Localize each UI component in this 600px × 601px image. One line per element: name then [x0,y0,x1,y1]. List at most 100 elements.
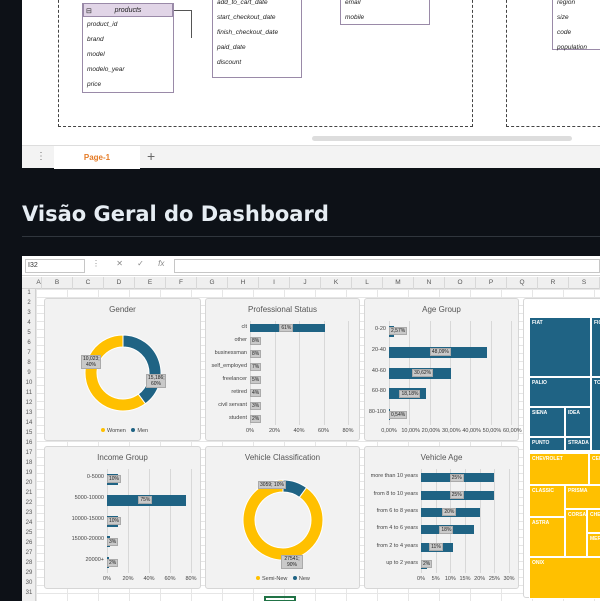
column-header[interactable]: N [414,277,445,289]
column-header[interactable]: R [538,277,569,289]
treemap-cell[interactable]: SIENA [529,407,565,437]
column-header[interactable]: M [383,277,414,289]
column-header[interactable]: S [569,277,600,289]
treemap-cell[interactable]: CLASSIC [529,485,565,517]
drawio-diagram-canvas[interactable]: ⊟ products product_id brand model modelo_ye… [22,0,600,168]
table-field[interactable]: finish_checkout_date [213,25,301,40]
treemap-cell[interactable]: STRADA [565,437,591,451]
column-header[interactable]: E [135,277,166,289]
treemap-cell[interactable]: ASTRA [529,517,565,557]
row-header[interactable]: 9 [22,369,36,377]
table-field[interactable]: region [553,0,600,10]
row-header[interactable]: 6 [22,339,36,347]
treemap-cell[interactable]: MER... [587,533,600,557]
fx-icon[interactable]: fx [158,259,164,268]
row-header[interactable]: 28 [22,559,36,567]
table-field[interactable]: size [553,10,600,25]
column-header[interactable]: G [197,277,228,289]
vehicle-age-chart[interactable]: Vehicle Age 0% 5% 10% 15% 20% 25% 30% more than… [364,446,519,589]
cancel-icon[interactable]: ✕ [116,259,123,268]
row-header[interactable]: 23 [22,509,36,517]
treemap-cell[interactable]: TO... [591,377,600,451]
location-table[interactable]: region size code population [552,0,600,51]
row-header[interactable]: 21 [22,489,36,497]
row-header[interactable]: 17 [22,449,36,457]
treemap-cell[interactable]: PRISMA [565,485,600,509]
column-header[interactable]: B [42,277,73,289]
row-header[interactable]: 25 [22,529,36,537]
donut-slice-men[interactable] [122,334,162,405]
row-header[interactable]: 22 [22,499,36,507]
treemap-chart[interactable]: FIATPALIOSIENAIDEAPUNTOSTRADATO...FIO...… [523,298,600,599]
row-header[interactable]: 5 [22,329,36,337]
table-field[interactable]: price [83,77,173,92]
row-header[interactable]: 2 [22,299,36,307]
confirm-icon[interactable]: ✓ [137,259,144,268]
column-header[interactable]: H [228,277,259,289]
row-header[interactable]: 7 [22,349,36,357]
treemap-cell[interactable]: IDEA [565,407,591,437]
age-group-chart[interactable]: Age Group 0,00% 10,00% 20,00% 30,00% 40,00% 5… [364,298,522,441]
table-field[interactable]: add_to_cart_date [213,0,301,10]
add-page-button[interactable]: + [147,148,155,164]
column-header[interactable]: D [104,277,135,289]
income-group-chart[interactable]: Income Group 0% 20% 40% 60% 80% 0-5000 10% 5000… [44,446,201,589]
checkout-table[interactable]: add_to_cart_date start_checkout_date finis… [212,0,302,78]
column-header[interactable]: C [73,277,104,289]
horizontal-scrollbar[interactable] [312,136,572,141]
row-header[interactable]: 30 [22,579,36,587]
donut-slice-semi-new[interactable] [242,479,324,561]
column-header[interactable]: K [321,277,352,289]
column-header[interactable]: I [259,277,290,289]
products-table-header[interactable]: ⊟ products [83,3,173,17]
row-header[interactable]: 13 [22,409,36,417]
treemap-cell[interactable]: CHE... [587,509,600,533]
row-header[interactable]: 27 [22,549,36,557]
row-header[interactable]: 4 [22,319,36,327]
table-field[interactable]: paid_date [213,40,301,55]
page-menu-icon[interactable]: ⋮ [36,151,46,162]
row-header[interactable]: 16 [22,439,36,447]
treemap-cell[interactable]: FIO... [591,317,600,377]
treemap-cell[interactable]: CELTA [589,453,600,485]
column-header[interactable]: P [476,277,507,289]
professional-status-chart[interactable]: Professional Status 0% 20% 40% 60% 80% clt 61%… [205,298,360,441]
treemap-cell[interactable]: PUNTO [529,437,565,451]
table-field[interactable]: discount [213,55,301,70]
table-field[interactable]: brand [83,32,173,47]
treemap-cell[interactable]: CORSA [565,509,587,557]
row-header[interactable]: 29 [22,569,36,577]
products-table[interactable]: ⊟ products product_id brand model modelo_ye… [82,3,174,93]
table-field[interactable]: population [553,40,600,55]
row-header[interactable]: 20 [22,479,36,487]
tab-page-1[interactable]: Page-1 [54,146,140,169]
column-header[interactable]: L [352,277,383,289]
row-header[interactable]: 10 [22,379,36,387]
table-field[interactable]: start_checkout_date [213,10,301,25]
selected-cell[interactable] [264,596,296,601]
row-header[interactable]: 19 [22,469,36,477]
table-field[interactable]: mobile [341,10,429,25]
treemap-cell[interactable]: CHEVROLET [529,453,589,485]
row-header[interactable]: 18 [22,459,36,467]
column-header[interactable]: F [166,277,197,289]
treemap-cell[interactable]: FIAT [529,317,591,377]
row-header[interactable]: 14 [22,419,36,427]
table-field[interactable]: modelo_year [83,62,173,77]
row-header[interactable]: 26 [22,539,36,547]
table-field[interactable]: model [83,47,173,62]
row-header[interactable]: 8 [22,359,36,367]
column-header[interactable]: Q [507,277,538,289]
collapse-icon[interactable]: ⊟ [86,5,92,18]
formula-input[interactable] [174,259,600,273]
treemap-cell[interactable]: ONIX [529,557,600,599]
table-field[interactable]: product_id [83,17,173,32]
row-header[interactable]: 12 [22,399,36,407]
customer-table[interactable]: email mobile [340,0,430,25]
name-box[interactable]: I32 [25,259,85,273]
vehicle-classification-chart[interactable]: Vehicle Classification Semi-New New 2754… [205,446,360,589]
row-header[interactable]: 31 [22,589,36,597]
row-header[interactable]: 24 [22,519,36,527]
table-field[interactable]: code [553,25,600,40]
row-header[interactable]: 1 [22,289,36,297]
